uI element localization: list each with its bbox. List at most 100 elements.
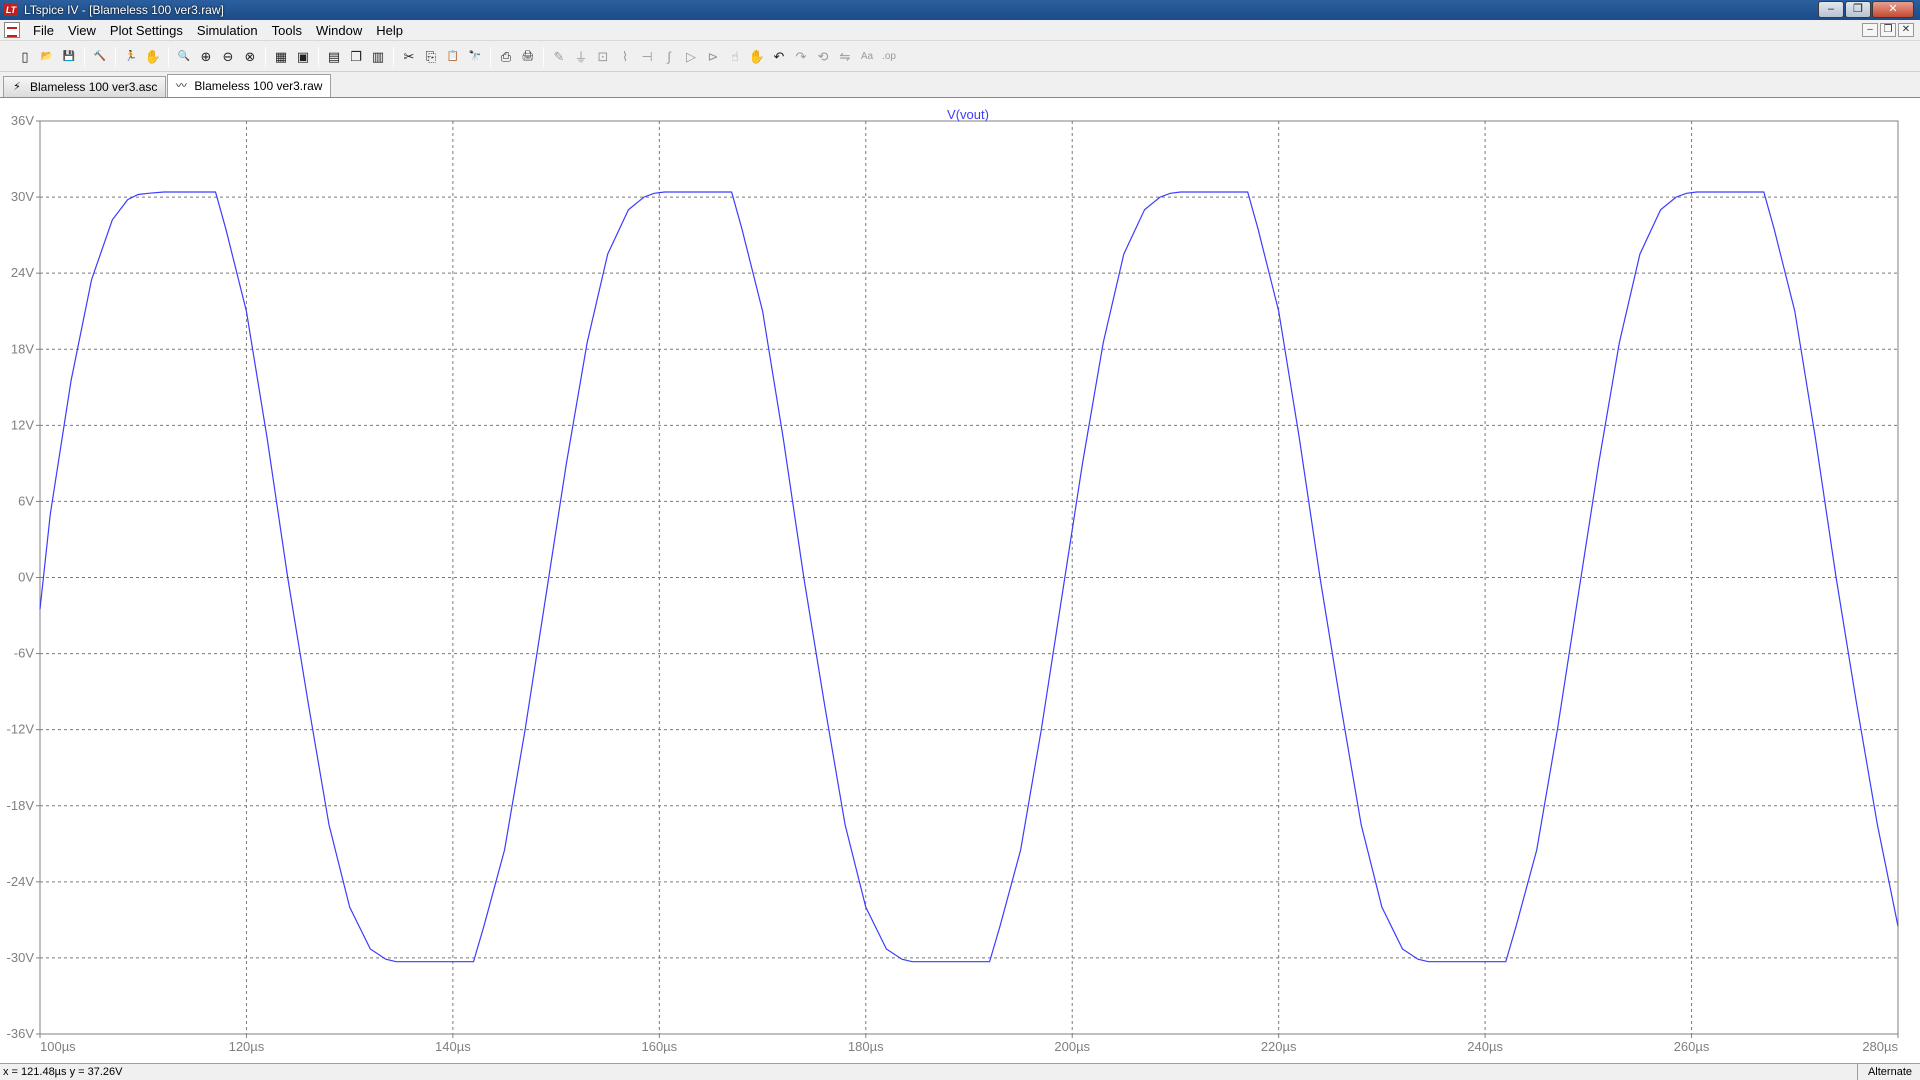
ltspice-app-icon: LT <box>4 4 18 16</box>
y-tick-label: -24V <box>7 874 35 889</box>
rotate-icon[interactable]: ⟲ <box>812 46 834 68</box>
y-tick-label: -36V <box>7 1026 35 1041</box>
toolbar-separator <box>115 46 116 67</box>
zoom-out-icon[interactable]: ⊖ <box>217 46 239 68</box>
tile-vertical-icon[interactable]: ▥ <box>367 46 389 68</box>
toolbar-separator <box>318 46 319 67</box>
waveform-plot[interactable]: 36V 30V 24V 18V 12V 6V 0V -6V -12V -18V -24V -30V -3… <box>0 98 1920 1064</box>
y-tick-label: 0V <box>18 570 34 585</box>
copy-icon[interactable]: ⎘ <box>420 46 442 68</box>
cascade-icon[interactable]: ❐ <box>345 46 367 68</box>
drag-icon[interactable]: ✋ <box>746 46 768 68</box>
run-icon[interactable]: 🏃 <box>120 46 142 68</box>
x-tick-label: 200µs <box>1054 1039 1090 1054</box>
zoom-full-icon[interactable]: ⊗ <box>239 46 261 68</box>
open-icon[interactable]: 📂 <box>36 46 58 68</box>
y-tick-label: -18V <box>7 798 35 813</box>
mdi-minimize-button[interactable]: – <box>1862 23 1878 37</box>
document-tabs: ⚡ Blameless 100 ver3.asc 〰 Blameless 100… <box>0 73 1920 97</box>
component-icon[interactable]: ⊳ <box>702 46 724 68</box>
manual-limits-icon[interactable]: ▣ <box>292 46 314 68</box>
x-tick-label: 140µs <box>435 1039 471 1054</box>
waveform-icon: 〰 <box>175 80 187 92</box>
waveform-window-icon[interactable] <box>4 22 20 38</box>
redo-icon[interactable]: ↷ <box>790 46 812 68</box>
series-line-vout[interactable] <box>39 191 1899 963</box>
toolbar-separator <box>265 46 266 67</box>
print-setup-icon[interactable]: ⎙ <box>495 46 517 68</box>
status-bar: x = 121.48µs y = 37.26V Alternate <box>0 1063 1920 1080</box>
menu-file[interactable]: File <box>26 20 61 41</box>
toolbar-separator <box>84 46 85 67</box>
inductor-icon[interactable]: ∫ <box>658 46 680 68</box>
undo-icon[interactable]: ↶ <box>768 46 790 68</box>
save-icon[interactable]: 💾 <box>58 46 80 68</box>
schematic-icon: ⚡ <box>13 81 21 93</box>
ground-icon[interactable]: ⏚ <box>570 46 592 68</box>
toolbar-separator <box>543 46 544 67</box>
x-tick-label: 160µs <box>641 1039 677 1054</box>
tab-label: Blameless 100 ver3.raw <box>194 79 323 93</box>
y-tick-label: 6V <box>18 493 34 508</box>
toolbar-separator <box>490 46 491 67</box>
x-tick-label: 260µs <box>1674 1039 1710 1054</box>
x-tick-label: 240µs <box>1467 1039 1503 1054</box>
y-tick-label: 12V <box>11 417 34 432</box>
menu-bar: File View Plot Settings Simulation Tools… <box>0 20 1920 41</box>
trace-label[interactable]: V(vout) <box>947 107 989 122</box>
toolbar-separator <box>393 46 394 67</box>
y-tick-label: 30V <box>11 189 34 204</box>
spice-directive-icon[interactable]: .op <box>878 46 900 68</box>
y-tick-label: -6V <box>14 646 35 661</box>
waveform-plot-pane[interactable]: 36V 30V 24V 18V 12V 6V 0V -6V -12V -18V -24V -30V -3… <box>0 97 1920 1063</box>
move-icon[interactable]: ☝ <box>724 46 746 68</box>
new-schematic-icon[interactable]: ▯ <box>14 46 36 68</box>
diode-icon[interactable]: ▷ <box>680 46 702 68</box>
autorange-icon[interactable]: ▦ <box>270 46 292 68</box>
tab-waveform[interactable]: 〰 Blameless 100 ver3.raw <box>167 74 332 97</box>
mdi-restore-button[interactable]: ❐ <box>1880 23 1896 37</box>
menu-tools[interactable]: Tools <box>265 20 309 41</box>
zoom-in-icon[interactable]: ⊕ <box>195 46 217 68</box>
toolbar-separator <box>168 46 169 67</box>
y-tick-label: -30V <box>7 950 35 965</box>
menu-view[interactable]: View <box>61 20 103 41</box>
maximize-button[interactable]: ❐ <box>1845 1 1871 18</box>
print-icon[interactable]: 🖨 <box>517 46 539 68</box>
y-tick-label: 24V <box>11 265 34 280</box>
tab-label: Blameless 100 ver3.asc <box>30 80 158 94</box>
mdi-close-button[interactable]: ✕ <box>1898 23 1914 37</box>
menu-help[interactable]: Help <box>369 20 410 41</box>
cursor-coordinates: x = 121.48µs y = 37.26V <box>3 1066 123 1078</box>
control-panel-icon[interactable]: 🔨 <box>89 46 111 68</box>
x-tick-label: 280µs <box>1862 1039 1898 1054</box>
x-tick-label: 220µs <box>1261 1039 1297 1054</box>
cut-icon[interactable]: ✂ <box>398 46 420 68</box>
zoom-area-icon[interactable]: 🔍 <box>173 46 195 68</box>
x-tick-label: 180µs <box>848 1039 884 1054</box>
text-icon[interactable]: Aa <box>856 46 878 68</box>
find-icon[interactable]: 🔭 <box>464 46 486 68</box>
x-tick-label: 120µs <box>229 1039 265 1054</box>
y-tick-label: 36V <box>11 113 34 128</box>
close-button[interactable]: ✕ <box>1872 1 1914 18</box>
paste-icon[interactable]: 📋 <box>442 46 464 68</box>
x-tick-label: 100µs <box>40 1039 76 1054</box>
menu-window[interactable]: Window <box>309 20 369 41</box>
tab-schematic[interactable]: ⚡ Blameless 100 ver3.asc <box>3 76 167 97</box>
y-tick-label: -12V <box>7 722 35 737</box>
window-title: LTspice IV - [Blameless 100 ver3.raw] <box>24 3 224 17</box>
resistor-icon[interactable]: ⌇ <box>614 46 636 68</box>
title-bar: LT LTspice IV - [Blameless 100 ver3.raw]… <box>0 0 1920 20</box>
label-icon[interactable]: ⊡ <box>592 46 614 68</box>
halt-icon[interactable]: ✋ <box>142 46 164 68</box>
wire-icon[interactable]: ✎ <box>548 46 570 68</box>
tile-horizontal-icon[interactable]: ▤ <box>323 46 345 68</box>
toolbar: ▯ 📂 💾 🔨 🏃 ✋ 🔍 ⊕ ⊖ ⊗ ▦ ▣ ▤ ❐ ▥ ✂ ⎘ 📋 🔭 ⎙ 🖨 ✎ ⏚ ⊡ ⌇ ⊣ ∫ ▷ ⊳ ☝ ✋ ↶ ↷ ⟲ ⇋ Aa .op <box>0 42 1920 72</box>
menu-simulation[interactable]: Simulation <box>190 20 265 41</box>
status-mode: Alternate <box>1856 1064 1920 1080</box>
capacitor-icon[interactable]: ⊣ <box>636 46 658 68</box>
mirror-icon[interactable]: ⇋ <box>834 46 856 68</box>
menu-plot-settings[interactable]: Plot Settings <box>103 20 190 41</box>
minimize-button[interactable]: – <box>1818 1 1844 18</box>
